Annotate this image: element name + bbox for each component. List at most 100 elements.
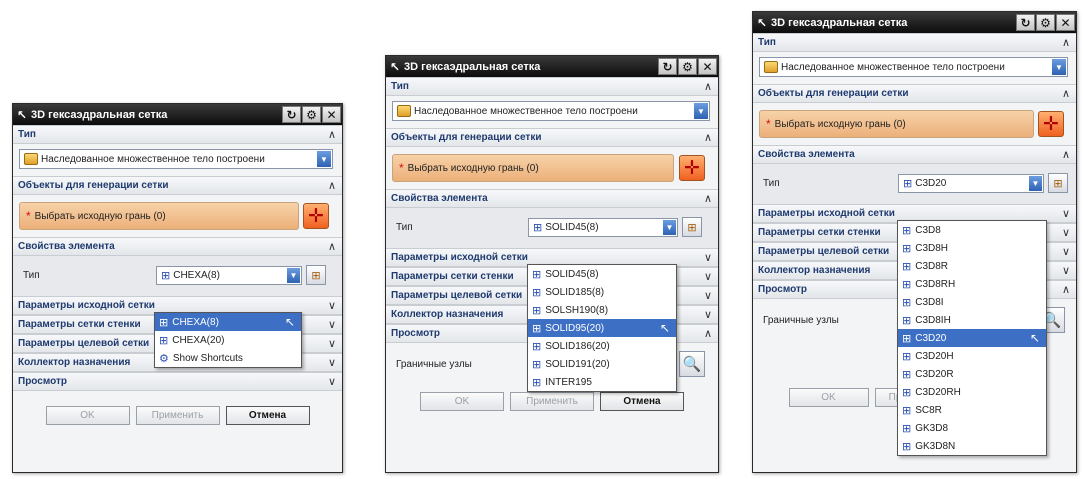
list-item[interactable]: ⊞ GK3D8 xyxy=(898,419,1046,437)
chevron-down-icon[interactable]: ∨ xyxy=(328,318,336,331)
section-objects[interactable]: Объекты для генерации сетки ∧ xyxy=(386,128,718,147)
list-item[interactable]: ⊞ C3D8I xyxy=(898,293,1046,311)
reset-icon[interactable]: ↻ xyxy=(1016,14,1035,31)
chevron-down-icon[interactable]: ∨ xyxy=(1062,264,1070,277)
chevron-up-icon[interactable]: ∧ xyxy=(1062,283,1070,296)
list-item[interactable]: ⊞ C3D8IH xyxy=(898,311,1046,329)
close-icon[interactable]: ✕ xyxy=(1056,14,1075,31)
settings-icon[interactable]: ⚙ xyxy=(1036,14,1055,31)
chevron-down-icon[interactable]: ▼ xyxy=(317,151,331,167)
chevron-up-icon[interactable]: ∧ xyxy=(328,128,336,141)
list-item[interactable]: ⊞ C3D20RH xyxy=(898,383,1046,401)
reset-icon[interactable]: ↻ xyxy=(658,58,677,75)
section-objects[interactable]: Объекты для генерации сетки ∧ xyxy=(13,176,342,195)
target-icon[interactable]: ✛ xyxy=(679,155,705,181)
chevron-down-icon[interactable]: ∨ xyxy=(704,308,712,321)
list-item[interactable]: ⊞ SOLID191(20) xyxy=(528,355,676,373)
ok-button[interactable]: OK xyxy=(788,387,869,407)
chevron-up-icon[interactable]: ∧ xyxy=(704,327,712,340)
inherited-combo[interactable]: Наследованное множественное тело построе… xyxy=(759,57,1068,77)
list-item[interactable]: ⊞ C3D8 xyxy=(898,221,1046,239)
close-icon[interactable]: ✕ xyxy=(322,106,341,123)
list-item[interactable]: ⊞ C3D8RH xyxy=(898,275,1046,293)
chevron-up-icon[interactable]: ∧ xyxy=(1062,148,1070,161)
ok-button[interactable]: OK xyxy=(45,405,130,425)
chevron-down-icon[interactable]: ∨ xyxy=(704,251,712,264)
section-element-props[interactable]: Свойства элемента ∧ xyxy=(753,145,1076,164)
inherited-combo[interactable]: Наследованное множественное тело построе… xyxy=(19,149,333,169)
chevron-down-icon[interactable]: ▼ xyxy=(1029,176,1042,191)
chevron-down-icon[interactable]: ∨ xyxy=(704,270,712,283)
chevron-down-icon[interactable]: ▼ xyxy=(663,220,676,235)
pin-icon[interactable]: ↖ xyxy=(17,108,31,122)
select-face-field[interactable]: * Выбрать исходную грань (0) xyxy=(759,110,1034,138)
section-preview[interactable]: Просмотр ∨ xyxy=(13,372,342,391)
chevron-down-icon[interactable]: ▼ xyxy=(1052,59,1066,75)
list-item[interactable]: ⊞ C3D20 ↖ xyxy=(898,329,1046,347)
settings-icon[interactable]: ⚙ xyxy=(678,58,697,75)
list-item[interactable]: ⊞ SOLID95(20) ↖ xyxy=(528,319,676,337)
list-item[interactable]: ⊞ SOLSH190(8) xyxy=(528,301,676,319)
element-info-icon[interactable]: ⊞ xyxy=(1048,173,1068,193)
pin-icon[interactable]: ↖ xyxy=(390,60,404,74)
search-icon[interactable]: 🔍 xyxy=(679,351,705,377)
ok-button[interactable]: OK xyxy=(420,391,504,411)
list-item[interactable]: ⊞ CHEXA(20) xyxy=(155,331,301,349)
list-item[interactable]: ⊞ INTER195 xyxy=(528,373,676,391)
option-label: C3D8R xyxy=(915,260,949,272)
select-face-field[interactable]: * Выбрать исходную грань (0) xyxy=(392,154,674,182)
list-item[interactable]: ⊞ SC8R xyxy=(898,401,1046,419)
list-item[interactable]: ⊞ GK3D8N xyxy=(898,437,1046,455)
chevron-up-icon[interactable]: ∧ xyxy=(1062,36,1070,49)
chevron-down-icon[interactable]: ∨ xyxy=(1062,207,1070,220)
pin-icon[interactable]: ↖ xyxy=(757,16,771,30)
inherited-combo[interactable]: Наследованное множественное тело построе… xyxy=(392,101,710,121)
element-info-icon[interactable]: ⊞ xyxy=(682,217,702,237)
section-element-props[interactable]: Свойства элемента ∧ xyxy=(13,237,342,256)
chevron-down-icon[interactable]: ∨ xyxy=(328,375,336,388)
list-item[interactable]: ⊞ SOLID185(8) xyxy=(528,283,676,301)
chevron-up-icon[interactable]: ∧ xyxy=(704,80,712,93)
list-item[interactable]: ⊞ SOLID45(8) xyxy=(528,265,676,283)
section-objects[interactable]: Объекты для генерации сетки ∧ xyxy=(753,84,1076,103)
chevron-down-icon[interactable]: ∨ xyxy=(328,299,336,312)
section-type[interactable]: Тип ∧ xyxy=(386,77,718,96)
element-icon: ⊞ xyxy=(159,316,169,329)
list-item[interactable]: ⊞ SOLID186(20) xyxy=(528,337,676,355)
list-item[interactable]: ⊞ C3D20R xyxy=(898,365,1046,383)
chevron-down-icon[interactable]: ∨ xyxy=(1062,245,1070,258)
chevron-up-icon[interactable]: ∧ xyxy=(328,179,336,192)
target-icon[interactable]: ✛ xyxy=(1038,111,1064,137)
list-item[interactable]: ⚙ Show Shortcuts xyxy=(155,349,301,367)
section-type[interactable]: Тип ∧ xyxy=(753,33,1076,52)
element-info-icon[interactable]: ⊞ xyxy=(306,265,326,285)
list-item[interactable]: ⊞ C3D8H xyxy=(898,239,1046,257)
chevron-down-icon[interactable]: ∨ xyxy=(328,356,336,369)
reset-icon[interactable]: ↻ xyxy=(282,106,301,123)
apply-button[interactable]: Применить xyxy=(510,391,594,411)
section-type[interactable]: Тип ∧ xyxy=(13,125,342,144)
close-icon[interactable]: ✕ xyxy=(698,58,717,75)
section-element-props[interactable]: Свойства элемента ∧ xyxy=(386,189,718,208)
chevron-up-icon[interactable]: ∧ xyxy=(704,192,712,205)
list-item[interactable]: ⊞ CHEXA(8) ↖ xyxy=(155,313,301,331)
select-face-field[interactable]: * Выбрать исходную грань (0) xyxy=(19,202,299,230)
cancel-button[interactable]: Отмена xyxy=(600,391,684,411)
element-type-combo[interactable]: ⊞ CHEXA(8) ▼ xyxy=(156,266,302,285)
list-item[interactable]: ⊞ C3D8R xyxy=(898,257,1046,275)
chevron-up-icon[interactable]: ∧ xyxy=(1062,87,1070,100)
chevron-down-icon[interactable]: ▼ xyxy=(287,268,300,283)
chevron-up-icon[interactable]: ∧ xyxy=(328,240,336,253)
element-type-combo[interactable]: ⊞ C3D20 ▼ xyxy=(898,174,1044,193)
settings-icon[interactable]: ⚙ xyxy=(302,106,321,123)
target-icon[interactable]: ✛ xyxy=(303,203,329,229)
chevron-up-icon[interactable]: ∧ xyxy=(704,131,712,144)
chevron-down-icon[interactable]: ∨ xyxy=(704,289,712,302)
chevron-down-icon[interactable]: ▼ xyxy=(694,103,708,119)
chevron-down-icon[interactable]: ∨ xyxy=(1062,226,1070,239)
list-item[interactable]: ⊞ C3D20H xyxy=(898,347,1046,365)
element-type-combo[interactable]: ⊞ SOLID45(8) ▼ xyxy=(528,218,678,237)
chevron-down-icon[interactable]: ∨ xyxy=(328,337,336,350)
apply-button[interactable]: Применить xyxy=(135,405,220,425)
cancel-button[interactable]: Отмена xyxy=(225,405,310,425)
